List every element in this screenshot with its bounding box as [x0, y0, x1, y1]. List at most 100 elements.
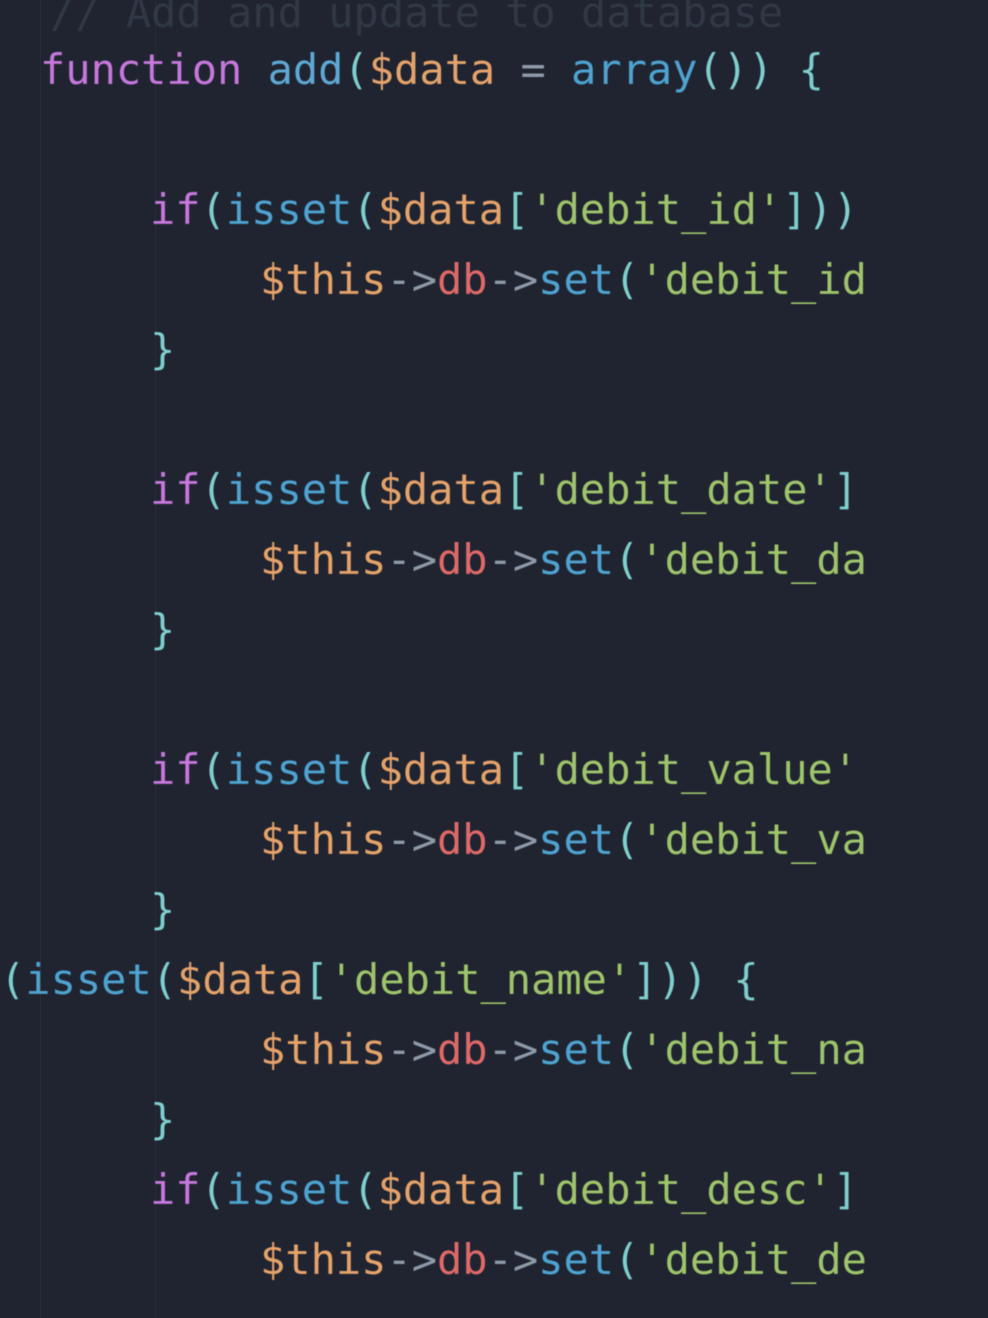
token-brace: }: [150, 325, 175, 374]
token-brace: (: [352, 185, 377, 234]
token-brace: ]: [782, 185, 807, 234]
code-line: }: [150, 1085, 175, 1155]
token-brace: (: [201, 185, 226, 234]
token-arr: ->: [386, 1235, 437, 1284]
token-brace: ): [658, 955, 683, 1004]
token-funccall: set: [538, 255, 614, 304]
token-brace: }: [150, 605, 175, 654]
token-keyword: if: [150, 745, 201, 794]
token-keyword: if: [150, 465, 201, 514]
token-funcname: add: [268, 45, 344, 94]
token-brace: (: [352, 745, 377, 794]
token-var: $data: [177, 955, 303, 1004]
token-brace: (: [614, 1025, 639, 1074]
token-keyword: if: [150, 185, 201, 234]
code-line: }: [150, 875, 175, 945]
token-arr: ->: [488, 1025, 539, 1074]
code-line: if(isset($data['debit_value': [150, 735, 858, 805]
code-line: if(isset($data['debit_id'])): [150, 175, 858, 245]
token-var: $this: [260, 1235, 386, 1284]
token-brace: (: [343, 45, 368, 94]
token-brace: (: [201, 745, 226, 794]
token-var: $this: [260, 255, 386, 304]
token-brace: ): [833, 185, 858, 234]
token-punct: [708, 955, 733, 1004]
token-var: $this: [260, 815, 386, 864]
token-brace: ): [683, 955, 708, 1004]
token-brace: [: [504, 185, 529, 234]
code-line: }: [150, 315, 175, 385]
code-line: $this->db->set('debit_na: [260, 1015, 867, 1085]
token-brace: (: [201, 465, 226, 514]
token-arr: ->: [488, 255, 539, 304]
code-editor[interactable]: // Add and update to databasefunction ad…: [0, 0, 988, 1318]
token-funccall: set: [538, 535, 614, 584]
token-string: 'debit_date': [529, 465, 832, 514]
token-var: $data: [378, 1165, 504, 1214]
token-string: 'debit_na: [639, 1025, 867, 1074]
token-brace: (: [352, 465, 377, 514]
token-brace: (: [152, 955, 177, 1004]
token-brace: ]: [833, 1165, 858, 1214]
code-line: function add($data = array()) {: [40, 35, 824, 105]
token-string: 'debit_da: [639, 535, 867, 584]
token-keyword: function: [40, 45, 242, 94]
code-line: if(isset($data['debit_date']: [150, 455, 858, 525]
token-brace: }: [150, 1095, 175, 1144]
token-arr: ->: [488, 815, 539, 864]
token-brace: [: [504, 1165, 529, 1214]
token-var: $data: [378, 185, 504, 234]
token-brace: {: [799, 45, 824, 94]
token-funccall: set: [538, 815, 614, 864]
token-prop: db: [437, 255, 488, 304]
token-funccall: set: [538, 1025, 614, 1074]
token-arr: ->: [488, 535, 539, 584]
token-funccall: isset: [226, 745, 352, 794]
code-line: $this->db->set('debit_da: [260, 525, 867, 595]
token-brace: (: [614, 815, 639, 864]
token-brace: ): [808, 185, 833, 234]
token-arr: ->: [386, 1025, 437, 1074]
token-keyword: if: [150, 1165, 201, 1214]
token-string: 'debit_desc': [529, 1165, 832, 1214]
token-arr: ->: [488, 1235, 539, 1284]
token-prop: db: [437, 1235, 488, 1284]
indent-guide: [40, 0, 41, 1318]
code-line: (isset($data['debit_name'])) {: [0, 945, 759, 1015]
token-brace: [: [504, 745, 529, 794]
token-funccall: isset: [226, 1165, 352, 1214]
token-brace: ]: [632, 955, 657, 1004]
token-var: $data: [378, 465, 504, 514]
token-brace: (): [697, 45, 748, 94]
token-brace: [: [504, 465, 529, 514]
token-brace: ): [748, 45, 773, 94]
token-arr: ->: [386, 255, 437, 304]
token-brace: {: [733, 955, 758, 1004]
token-var: $data: [378, 745, 504, 794]
token-funccall: isset: [226, 185, 352, 234]
token-var: $data: [369, 45, 495, 94]
token-var: $this: [260, 1025, 386, 1074]
token-funccall: array: [571, 45, 697, 94]
token-punct: [242, 45, 267, 94]
token-punct: [773, 45, 798, 94]
token-brace: (: [614, 1235, 639, 1284]
token-funccall: isset: [25, 955, 151, 1004]
token-brace: (: [201, 1165, 226, 1214]
token-funccall: set: [538, 1235, 614, 1284]
token-string: 'debit_name': [329, 955, 632, 1004]
token-brace: ]: [833, 465, 858, 514]
code-line: $this->db->set('debit_id: [260, 245, 867, 315]
code-line: if(isset($data['debit_desc']: [150, 1155, 858, 1225]
token-string: 'debit_id: [639, 255, 867, 304]
token-string: 'debit_value': [529, 745, 858, 794]
token-prop: db: [437, 535, 488, 584]
token-comment: // Add and update to database: [50, 0, 783, 37]
token-punct: =: [495, 45, 571, 94]
token-brace: [: [303, 955, 328, 1004]
token-string: 'debit_va: [639, 815, 867, 864]
token-string: 'debit_de: [639, 1235, 867, 1284]
token-brace: (: [0, 955, 25, 1004]
token-brace: (: [614, 535, 639, 584]
token-prop: db: [437, 1025, 488, 1074]
